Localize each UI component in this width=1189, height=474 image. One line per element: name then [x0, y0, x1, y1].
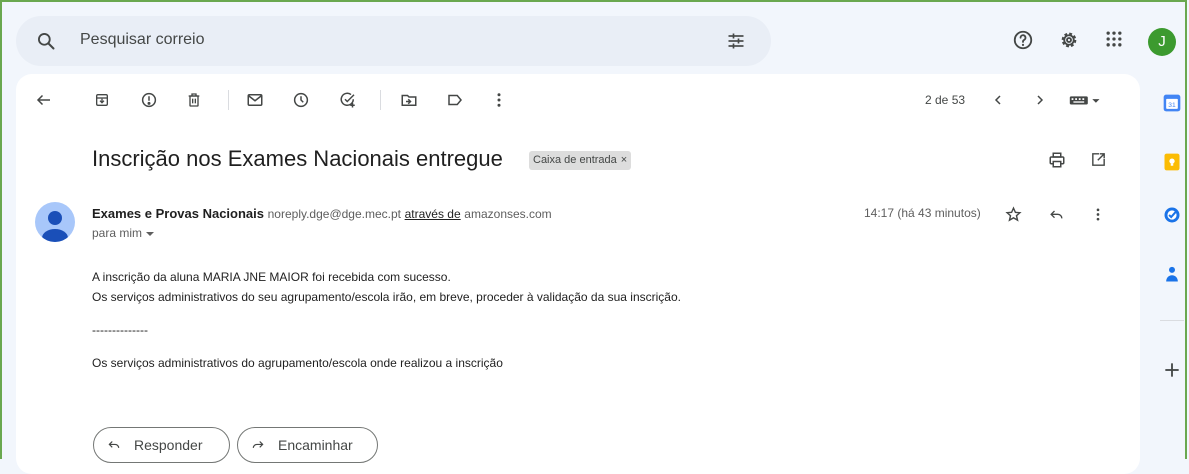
print-icon[interactable] — [1048, 151, 1066, 169]
more-vert-icon[interactable] — [490, 91, 508, 109]
add-addon-plus-icon[interactable] — [1162, 360, 1182, 380]
inbox-label-text: Caixa de entrada — [533, 154, 617, 166]
sender-name[interactable]: Exames e Provas Nacionais — [92, 206, 264, 221]
toolbar-divider — [228, 90, 229, 110]
open-in-new-window-icon[interactable] — [1090, 151, 1107, 168]
move-to-folder-icon[interactable] — [400, 91, 418, 109]
account-avatar[interactable]: J — [1148, 28, 1176, 56]
remove-label-icon[interactable]: × — [621, 154, 627, 166]
report-spam-icon[interactable] — [140, 91, 158, 109]
side-panel-divider — [1160, 320, 1184, 321]
email-subject: Inscrição nos Exames Nacionais entregue — [92, 146, 503, 171]
body-line: Os serviços administrativos do agrupamen… — [92, 356, 503, 370]
help-icon[interactable] — [1012, 29, 1034, 51]
message-counter: 2 de 53 — [925, 93, 966, 107]
older-chevron-right-icon[interactable] — [1032, 91, 1048, 109]
toolbar-divider — [380, 90, 381, 110]
sender-line: Exames e Provas Nacionais noreply.dge@dg… — [92, 206, 552, 221]
reply-button-label: Responder — [134, 437, 203, 453]
sender-email: noreply.dge@dge.mec.pt — [267, 207, 401, 221]
tasks-icon[interactable] — [1162, 205, 1182, 225]
calendar-day-text: 31 — [1168, 102, 1176, 109]
search-bar[interactable]: Pesquisar correio — [16, 16, 771, 66]
forward-icon — [252, 441, 264, 449]
label-tag-icon[interactable] — [446, 91, 464, 109]
recipient-details-toggle[interactable]: para mim — [92, 226, 155, 240]
newer-chevron-left-icon[interactable] — [990, 91, 1006, 109]
sender-avatar — [35, 202, 75, 242]
reply-arrow-icon[interactable] — [1048, 207, 1065, 223]
search-icon[interactable] — [36, 31, 56, 51]
star-icon[interactable] — [1005, 206, 1022, 223]
message-more-vert-icon[interactable] — [1090, 206, 1106, 223]
body-line: Os serviços administrativos do seu agrup… — [92, 290, 681, 304]
via-link[interactable]: através de — [405, 207, 461, 221]
forward-button[interactable]: Encaminhar — [237, 427, 378, 463]
back-arrow-icon[interactable] — [35, 91, 53, 109]
search-options-icon[interactable] — [726, 31, 746, 51]
contacts-icon[interactable] — [1162, 264, 1182, 284]
keep-icon[interactable] — [1162, 152, 1182, 172]
recipient-text: para mim — [92, 226, 143, 240]
reply-button[interactable]: Responder — [93, 427, 230, 463]
settings-gear-icon[interactable] — [1058, 29, 1080, 51]
chevron-down-icon[interactable] — [145, 229, 155, 239]
via-domain: amazonses.com — [464, 207, 552, 221]
body-line: A inscrição da aluna MARIA JNE MAIOR foi… — [92, 270, 451, 284]
inbox-label-chip[interactable]: Caixa de entrada × — [529, 151, 632, 170]
add-to-tasks-icon[interactable] — [338, 91, 358, 109]
calendar-icon[interactable]: 31 — [1162, 93, 1182, 113]
mark-unread-mail-icon[interactable] — [246, 91, 264, 109]
apps-grid-icon[interactable] — [1104, 29, 1124, 49]
body-separator: -------------- — [92, 323, 148, 337]
archive-icon[interactable] — [94, 91, 110, 109]
forward-button-label: Encaminhar — [278, 437, 353, 453]
reply-icon — [108, 441, 120, 449]
input-tools-keyboard-icon[interactable] — [1068, 91, 1104, 109]
snooze-clock-icon[interactable] — [292, 91, 310, 109]
delete-trash-icon[interactable] — [186, 91, 202, 109]
search-input[interactable]: Pesquisar correio — [80, 31, 205, 49]
email-timestamp: 14:17 (há 43 minutos) — [864, 206, 981, 220]
